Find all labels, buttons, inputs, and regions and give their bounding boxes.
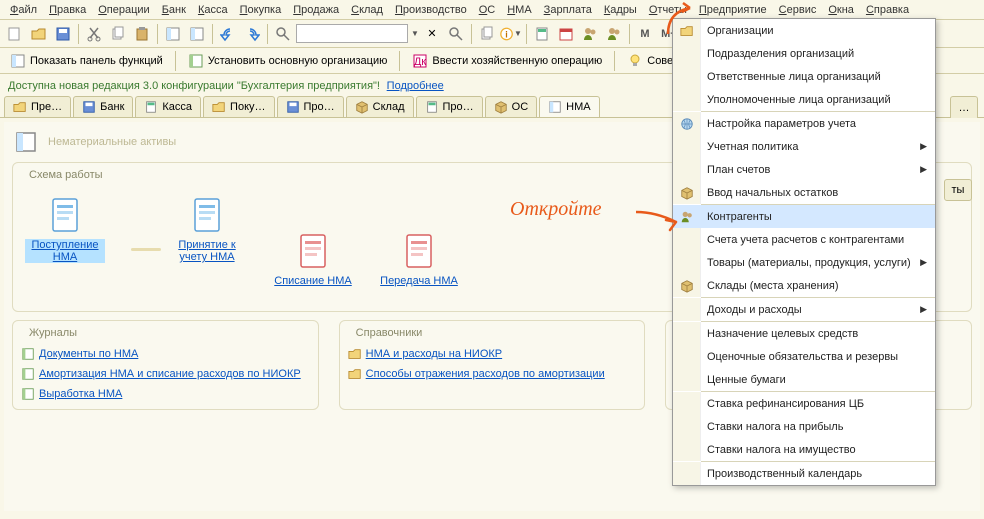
doc-spisanie[interactable]: Списание НМА bbox=[273, 233, 353, 287]
dropdown-item-8[interactable]: Контрагенты bbox=[673, 205, 935, 228]
dropdown-item-1[interactable]: Подразделения организаций bbox=[673, 42, 935, 65]
dropdown-item-6[interactable]: План счетов▶ bbox=[673, 158, 935, 181]
calc-button[interactable] bbox=[531, 23, 553, 45]
menu-касса[interactable]: Касса bbox=[192, 2, 234, 18]
open-button[interactable] bbox=[28, 23, 50, 45]
menu-склад[interactable]: Склад bbox=[345, 2, 389, 18]
menu-справка[interactable]: Справка bbox=[860, 2, 915, 18]
journals-group: Журналы Документы по НМА Амортизация НМА … bbox=[12, 320, 319, 410]
menu-сервис[interactable]: Сервис bbox=[773, 2, 823, 18]
journals-title: Журналы bbox=[25, 327, 81, 339]
search-input[interactable] bbox=[296, 24, 408, 43]
update-link[interactable]: Подробнее bbox=[387, 80, 444, 92]
journal-link-0[interactable]: Документы по НМА bbox=[21, 347, 310, 361]
set-main-org-button[interactable]: Установить основную организацию bbox=[184, 51, 392, 71]
m-icon[interactable]: M bbox=[634, 23, 656, 45]
tab-0[interactable]: Пре… bbox=[4, 96, 71, 117]
dropdown-item-13[interactable]: Назначение целевых средств bbox=[673, 322, 935, 345]
menu-операции[interactable]: Операции bbox=[92, 2, 155, 18]
grid1-icon[interactable] bbox=[162, 23, 184, 45]
copy-button[interactable] bbox=[107, 23, 129, 45]
clear-search-icon[interactable]: ✕ bbox=[421, 23, 443, 45]
calendar-button[interactable] bbox=[555, 23, 577, 45]
enter-operation-button[interactable]: Ввести хозяйственную операцию bbox=[408, 51, 606, 71]
tab-8[interactable]: НМА bbox=[539, 96, 599, 117]
new-file-button[interactable] bbox=[4, 23, 26, 45]
dropdown-item-17[interactable]: Ставки налога на прибыль bbox=[673, 415, 935, 438]
paste-button[interactable] bbox=[131, 23, 153, 45]
menu-нма[interactable]: НМА bbox=[501, 2, 537, 18]
schema-title: Схема работы bbox=[25, 169, 107, 181]
menu-окна[interactable]: Окна bbox=[822, 2, 860, 18]
tab-6[interactable]: Про… bbox=[416, 96, 483, 117]
undo-button[interactable] bbox=[217, 23, 239, 45]
menu-покупка[interactable]: Покупка bbox=[234, 2, 288, 18]
update-text: Доступна новая редакция 3.0 конфигурации… bbox=[8, 80, 380, 92]
search-go-icon[interactable] bbox=[445, 23, 467, 45]
dropdown-item-4[interactable]: Настройка параметров учета bbox=[673, 112, 935, 135]
dropdown-item-9[interactable]: Счета учета расчетов с контрагентами bbox=[673, 228, 935, 251]
cut-button[interactable] bbox=[83, 23, 105, 45]
contact-icon[interactable] bbox=[603, 23, 625, 45]
tab-5[interactable]: Склад bbox=[346, 96, 414, 117]
dropdown-item-12[interactable]: Доходы и расходы▶ bbox=[673, 298, 935, 321]
menu-производство[interactable]: Производство bbox=[389, 2, 473, 18]
find-button[interactable] bbox=[272, 23, 294, 45]
doc-postuplenie[interactable]: Поступление НМА bbox=[25, 197, 105, 263]
menu-ос[interactable]: ОС bbox=[473, 2, 502, 18]
dropdown-item-7[interactable]: Ввод начальных остатков bbox=[673, 181, 935, 204]
dropdown-item-19[interactable]: Производственный календарь bbox=[673, 462, 935, 485]
dropdown-item-3[interactable]: Уполномоченные лица организаций bbox=[673, 88, 935, 111]
info-button[interactable]: ▼ bbox=[500, 23, 522, 45]
dropdown-item-18[interactable]: Ставки налога на имущество bbox=[673, 438, 935, 461]
menu-продажа[interactable]: Продажа bbox=[287, 2, 345, 18]
page-title: Нематериальные активы bbox=[48, 136, 176, 148]
refs-title: Справочники bbox=[352, 327, 427, 339]
tab-2[interactable]: Касса bbox=[135, 96, 201, 117]
tab-3[interactable]: Поку… bbox=[203, 96, 274, 117]
tab-7[interactable]: ОС bbox=[485, 96, 538, 117]
ref-link-0[interactable]: НМА и расходы на НИОКР bbox=[348, 347, 637, 361]
menu-банк[interactable]: Банк bbox=[156, 2, 192, 18]
tab-1[interactable]: Банк bbox=[73, 96, 133, 117]
dropdown-item-10[interactable]: Товары (материалы, продукция, услуги)▶ bbox=[673, 251, 935, 274]
refs-group: Справочники НМА и расходы на НИОКР Способ… bbox=[339, 320, 646, 410]
dropdown-item-14[interactable]: Оценочные обязательства и резервы bbox=[673, 345, 935, 368]
journal-link-2[interactable]: Выработка НМА bbox=[21, 387, 310, 401]
copy-sheet-icon[interactable] bbox=[476, 23, 498, 45]
journal-link-1[interactable]: Амортизация НМА и списание расходов по Н… bbox=[21, 367, 310, 381]
dropdown-item-15[interactable]: Ценные бумаги bbox=[673, 368, 935, 391]
save-button[interactable] bbox=[52, 23, 74, 45]
side-widget-button[interactable]: ты bbox=[944, 179, 972, 201]
tab-4[interactable]: Про… bbox=[277, 96, 344, 117]
show-panel-button[interactable]: Показать панель функций bbox=[6, 51, 167, 71]
dropdown-item-0[interactable]: Организации bbox=[673, 19, 935, 42]
enterprise-menu: ОрганизацииПодразделения организацийОтве… bbox=[672, 18, 936, 486]
doc-prinyatie[interactable]: Принятие к учету НМА bbox=[167, 197, 247, 263]
dropdown-item-5[interactable]: Учетная политика▶ bbox=[673, 135, 935, 158]
ref-link-1[interactable]: Способы отражения расходов по амортизаци… bbox=[348, 367, 637, 381]
menu-предприятие[interactable]: Предприятие bbox=[693, 2, 773, 18]
dropdown-item-2[interactable]: Ответственные лица организаций bbox=[673, 65, 935, 88]
menu-зарплата[interactable]: Зарплата bbox=[538, 2, 598, 18]
menu-кадры[interactable]: Кадры bbox=[598, 2, 643, 18]
connector-icon bbox=[131, 248, 161, 251]
dropdown-item-16[interactable]: Ставка рефинансирования ЦБ bbox=[673, 392, 935, 415]
grid2-icon[interactable] bbox=[186, 23, 208, 45]
menu-отчеты[interactable]: Отчеты bbox=[643, 2, 693, 18]
people-icon[interactable] bbox=[579, 23, 601, 45]
main-menu: ФайлПравкаОперацииБанкКассаПокупкаПродаж… bbox=[0, 0, 984, 20]
doc-peredacha[interactable]: Передача НМА bbox=[379, 233, 459, 287]
menu-правка[interactable]: Правка bbox=[43, 2, 92, 18]
menu-файл[interactable]: Файл bbox=[4, 2, 43, 18]
tabbar-overflow-button[interactable]: … bbox=[950, 96, 978, 118]
redo-button[interactable] bbox=[241, 23, 263, 45]
dropdown-item-11[interactable]: Склады (места хранения) bbox=[673, 274, 935, 297]
